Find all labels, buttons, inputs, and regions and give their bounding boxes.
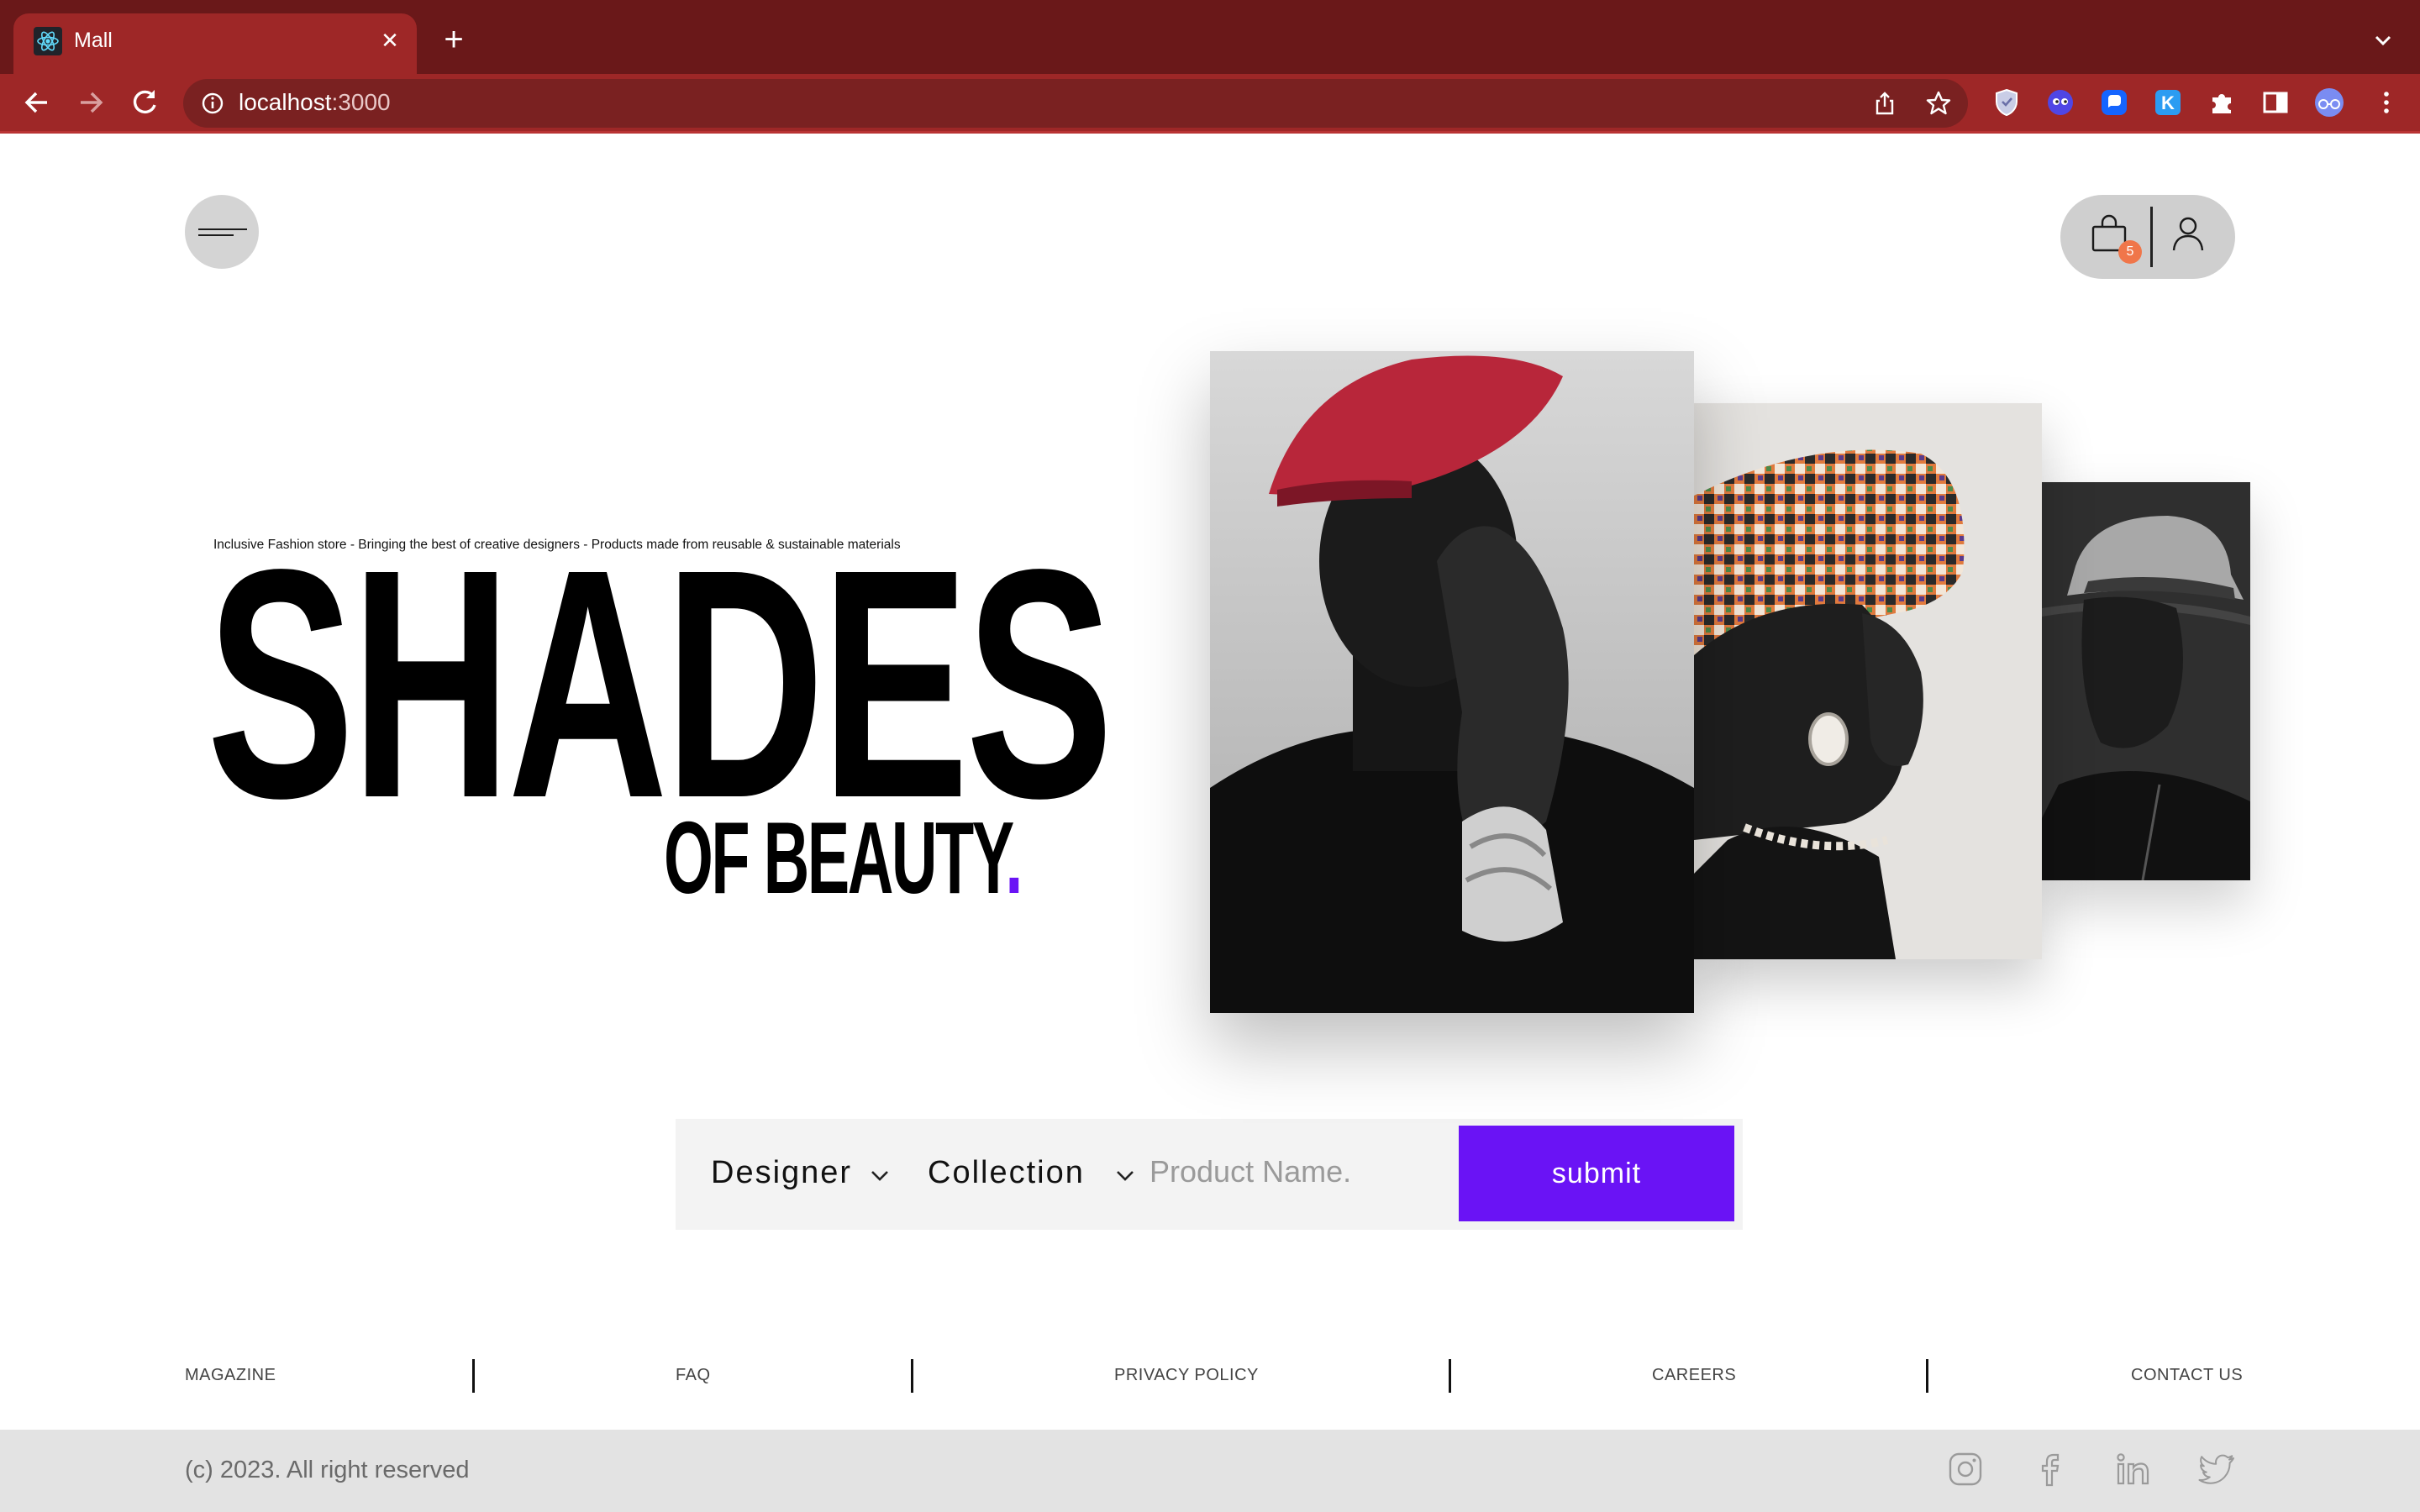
footer-divider [472,1359,475,1393]
back-arrow-icon[interactable] [17,82,57,123]
footer-link-privacy-policy[interactable]: PRIVACY POLICY [1114,1362,1259,1388]
model-photo-hat [2042,482,2250,880]
url-host: localhost [239,89,332,115]
instagram-icon[interactable] [1946,1450,1985,1488]
cart-count-badge: 5 [2118,240,2142,264]
copyright-text: (c) 2023. All right reserved [185,1457,470,1483]
cart-account-pill [2060,195,2235,279]
footer-link-faq[interactable]: FAQ [676,1362,711,1388]
tab-search-chevron-icon[interactable] [2368,25,2398,55]
pill-divider [2150,207,2153,267]
linkedin-icon[interactable] [2114,1450,2153,1488]
address-bar[interactable] [183,79,1968,128]
side-panel-icon[interactable] [2257,84,2294,121]
designer-dropdown[interactable]: Designer [711,1149,852,1196]
bookmark-star-icon[interactable] [1923,87,1954,119]
forward-arrow-icon[interactable] [71,82,111,123]
reload-icon[interactable] [124,82,165,123]
collection-dropdown[interactable]: Collection [928,1149,1085,1196]
footer-link-careers[interactable]: CAREERS [1652,1362,1736,1388]
menu-line-icon [198,234,234,236]
designer-chevron-down-icon[interactable] [869,1164,891,1186]
twitter-icon[interactable] [2198,1450,2237,1488]
toolbar-bottom-border [0,131,2420,134]
footer-divider [911,1359,913,1393]
share-icon[interactable] [1869,87,1901,119]
shield-extension-icon[interactable] [1988,84,2025,121]
new-tab-button[interactable]: + [437,23,471,57]
tab-title: Mall [74,29,113,52]
collection-chevron-down-icon[interactable] [1114,1164,1136,1186]
ghost-extension-icon[interactable] [2042,84,2079,121]
footer-divider [1449,1359,1451,1393]
chat-extension-icon[interactable] [2096,84,2133,121]
url-port: :3000 [331,89,391,115]
react-favicon-icon [34,27,62,55]
hamburger-menu-button[interactable] [185,195,259,269]
url-text[interactable]: localhost:3000 [239,86,391,119]
footer-link-contact-us[interactable]: CONTACT US [2131,1362,2243,1388]
browser-menu-icon[interactable] [2368,84,2405,121]
submit-button[interactable]: submit [1459,1126,1734,1221]
svg-text:K: K [2161,92,2175,113]
menu-line-icon [198,228,247,230]
k-extension-icon[interactable]: K [2149,84,2186,121]
model-photo-headwrap [1694,403,2042,959]
hero-subtitle-text: OF BEAUTY [664,801,1007,915]
site-info-icon[interactable] [197,87,229,119]
user-account-icon[interactable] [2170,213,2207,254]
profile-avatar-icon[interactable] [2311,84,2348,121]
hero-accent-dot: . [1005,801,1023,915]
footer-link-magazine[interactable]: MAGAZINE [185,1362,276,1388]
facebook-icon[interactable] [2030,1450,2069,1488]
extensions-puzzle-icon[interactable] [2203,84,2240,121]
hero-subtitle: OF BEAUTY. [664,806,1023,909]
product-name-input[interactable] [1150,1142,1452,1201]
tab-close-icon[interactable]: ✕ [375,25,405,55]
model-photo-red-beret [1210,351,1694,1013]
hero-title: SHADES [207,502,1113,866]
footer-divider [1926,1359,1928,1393]
